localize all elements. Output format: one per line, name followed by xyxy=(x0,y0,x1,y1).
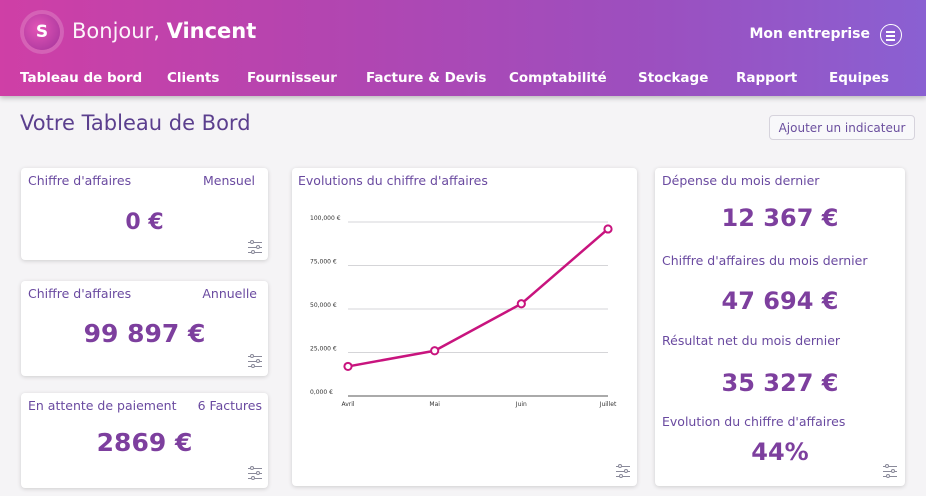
nav-item-stockage[interactable]: Stockage xyxy=(638,70,708,86)
nav-item-comptabilite[interactable]: Comptabilité xyxy=(509,70,607,86)
y-tick-label: 25,000 € xyxy=(310,346,337,353)
pending-payment-label: En attente de paiement xyxy=(28,398,177,413)
y-tick-label: 50,000 € xyxy=(310,302,337,309)
data-point xyxy=(430,346,440,356)
nav-item-fournisseur[interactable]: Fournisseur xyxy=(247,70,337,86)
net-result-label: Résultat net du mois dernier xyxy=(662,333,841,348)
x-tick-label: Juillet xyxy=(599,401,617,408)
add-indicator-button[interactable]: Ajouter un indicateur xyxy=(769,115,915,140)
greeting-prefix: Bonjour, xyxy=(72,19,160,43)
revenue-line-chart: 100,000 € 75,000 € 50,000 € 25,000 € 0,000 €… xyxy=(310,215,617,408)
growth-value: 44% xyxy=(751,438,809,466)
x-tick-label: Avril xyxy=(341,401,354,408)
nav-item-clients[interactable]: Clients xyxy=(167,70,219,86)
y-tick-label: 75,000 € xyxy=(310,259,337,266)
user-name: Vincent xyxy=(166,19,257,43)
logo-icon[interactable]: S xyxy=(24,14,60,50)
series-line xyxy=(347,228,609,368)
pending-payment-card: En attente de paiement 6 Factures 2869 € xyxy=(21,393,268,488)
nav-item-tableau-de-bord[interactable]: Tableau de bord xyxy=(20,70,142,86)
page-title: Votre Tableau de Bord xyxy=(20,111,251,135)
filter-icon[interactable] xyxy=(248,354,262,368)
monthly-revenue-card: Chiffre d'affaires Mensuel 0 € xyxy=(21,168,268,260)
x-tick-label: Juin xyxy=(515,401,527,408)
company-menu-label[interactable]: Mon entreprise xyxy=(750,26,871,42)
filter-icon[interactable] xyxy=(616,464,630,478)
nav-item-equipes[interactable]: Equipes xyxy=(829,70,889,86)
nav-item-facture-devis[interactable]: Facture & Devis xyxy=(366,70,486,86)
filter-icon[interactable] xyxy=(248,466,262,480)
data-point xyxy=(603,224,613,234)
main-nav: Tableau de bord Clients Fournisseur Fact… xyxy=(0,70,926,90)
greeting: Bonjour, Vincent xyxy=(72,19,256,43)
annual-revenue-card: Chiffre d'affaires Annuelle 99 897 € xyxy=(21,281,268,376)
net-result-value: 35 327 € xyxy=(721,369,839,397)
y-tick-label: 0,000 € xyxy=(310,389,333,396)
revenue-last-month-label: Chiffre d'affaires du mois dernier xyxy=(662,253,868,268)
revenue-evolution-card: Evolutions du chiffre d'affaires 100,000… xyxy=(292,168,637,486)
x-tick-label: Mai xyxy=(429,401,440,408)
monthly-stats-card: Dépense du mois dernier 12 367 € Chiffre… xyxy=(655,168,905,486)
annual-revenue-value: 99 897 € xyxy=(83,319,206,348)
annual-revenue-label: Chiffre d'affaires xyxy=(28,286,132,301)
data-point xyxy=(343,361,353,372)
pending-invoice-count: 6 Factures xyxy=(197,398,262,413)
filter-icon[interactable] xyxy=(248,240,262,254)
app-header: S Bonjour, Vincent Mon entreprise Tablea… xyxy=(0,0,926,96)
y-tick-label: 100,000 € xyxy=(310,215,341,222)
pending-payment-value: 2869 € xyxy=(96,428,193,457)
expense-value: 12 367 € xyxy=(721,204,839,232)
filter-icon[interactable] xyxy=(883,464,897,478)
monthly-revenue-value: 0 € xyxy=(125,210,164,235)
menu-icon[interactable] xyxy=(880,24,902,46)
data-point xyxy=(516,299,526,309)
monthly-revenue-label: Chiffre d'affaires xyxy=(28,173,132,188)
revenue-last-month-value: 47 694 € xyxy=(721,287,839,315)
logo-letter: S xyxy=(35,22,49,42)
monthly-period: Mensuel xyxy=(203,173,255,188)
annual-period: Annuelle xyxy=(202,286,257,301)
expense-label: Dépense du mois dernier xyxy=(662,173,820,188)
growth-label: Evolution du chiffre d'affaires xyxy=(662,414,846,429)
nav-item-rapport[interactable]: Rapport xyxy=(736,70,797,86)
